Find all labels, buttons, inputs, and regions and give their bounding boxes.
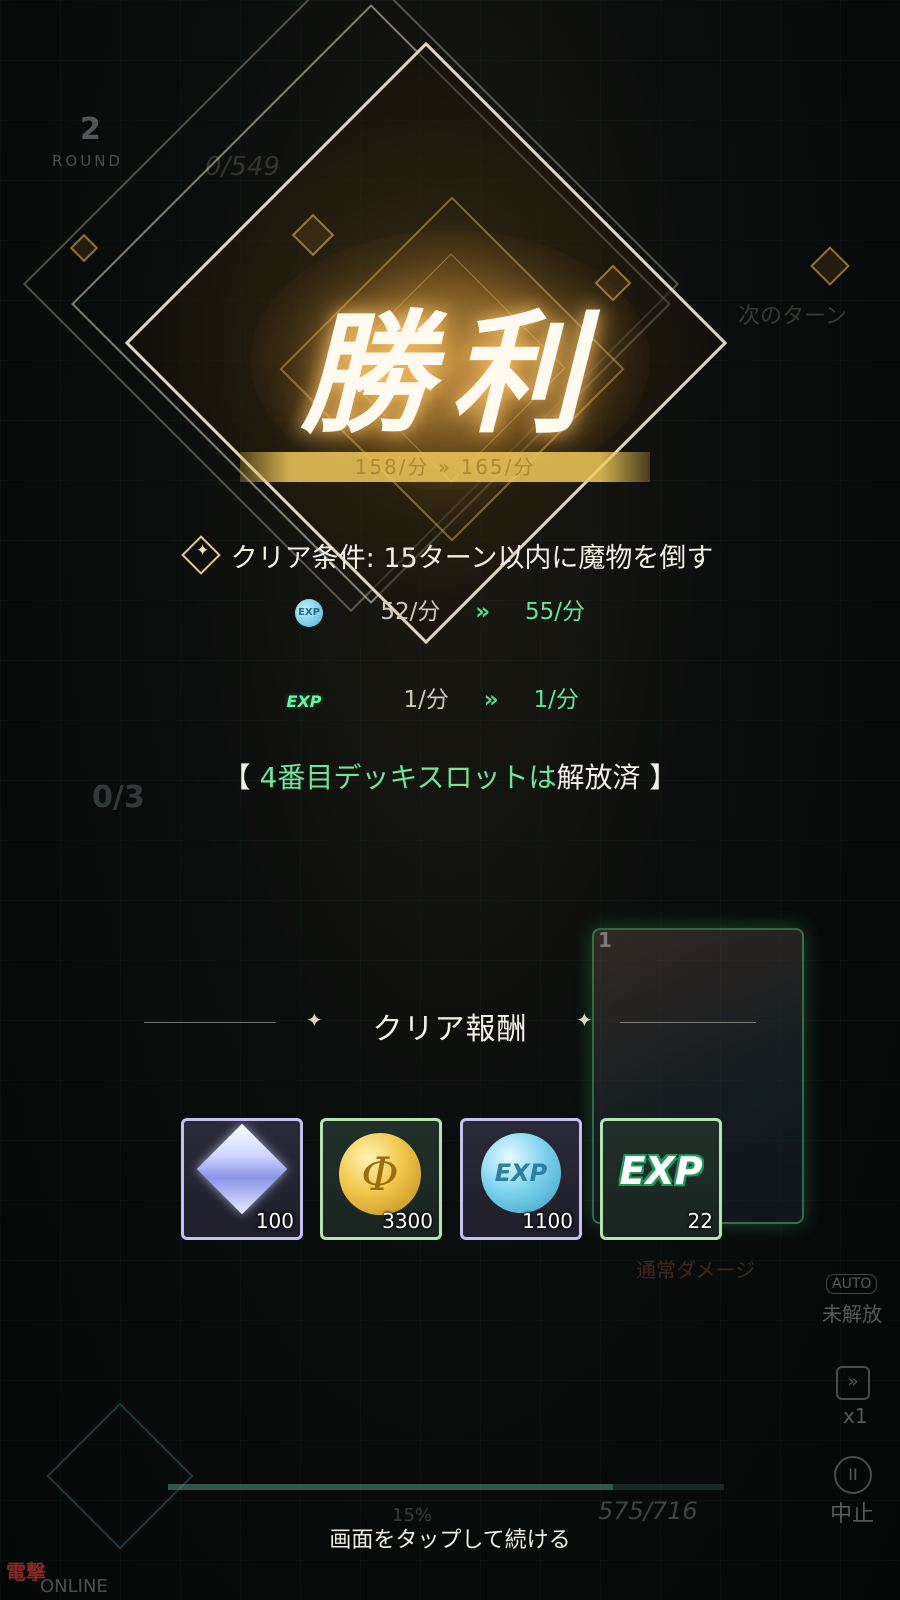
unlock-status: 解放済 <box>556 761 641 794</box>
sparkle-icon: ✦ <box>576 1008 593 1032</box>
round-label: ROUND <box>52 152 123 170</box>
tap-to-continue[interactable]: 画面をタップして続ける <box>0 1522 900 1554</box>
rate-new: 55/分 <box>524 599 585 625</box>
speed-label: x1 <box>843 1404 868 1428</box>
rate-old: 1/分 <box>403 687 449 713</box>
reward-item-gold-coin[interactable]: Φ 3300 <box>320 1118 442 1240</box>
card-number: 1 <box>598 928 612 952</box>
unlock-highlight: 4番目デッキスロットは <box>259 761 557 794</box>
divider-right <box>620 1022 756 1023</box>
reward-quantity: 3300 <box>382 1209 433 1233</box>
auto-status: 未解放 <box>822 1302 882 1326</box>
normal-damage-label: 通常ダメージ <box>636 1258 755 1282</box>
ribbon-text: 158/分 » 165/分 <box>354 455 536 479</box>
auto-badge[interactable]: AUTO <box>826 1274 878 1294</box>
star-diamond-icon <box>180 535 221 575</box>
watermark-sub: ONLINE <box>40 1576 108 1597</box>
crystal-gem-icon <box>196 1123 288 1215</box>
reward-item-exp-coin[interactable]: EXP 1100 <box>460 1118 582 1240</box>
rate-row-exp-coin: EXP 52/分 » 55/分 <box>0 592 900 627</box>
player-hp-fill <box>168 1484 613 1490</box>
rate-row-exp: EXP 1/分 » 1/分 <box>0 680 900 714</box>
reward-quantity: 22 <box>687 1209 713 1233</box>
player-hp-text: 575/716 <box>598 1497 698 1525</box>
bracket-open: 【 <box>222 761 251 794</box>
rate-new: 1/分 <box>533 687 579 713</box>
rate-old: 52/分 <box>380 599 441 625</box>
victory-title: 勝利 <box>300 297 600 452</box>
fast-forward-icon[interactable]: » <box>836 1366 870 1400</box>
exp-coin-icon: EXP <box>295 598 324 627</box>
round-number: 2 <box>80 112 101 147</box>
reward-title: クリア報酬 <box>372 1012 528 1047</box>
double-chevron-icon: » <box>475 599 491 625</box>
double-chevron-icon: » <box>483 687 499 713</box>
clear-condition-text: クリア条件: 15ターン以内に魔物を倒す <box>230 543 714 574</box>
exp-icon: EXP <box>619 1149 703 1193</box>
reward-quantity: 1100 <box>522 1209 573 1233</box>
pause-icon[interactable]: II <box>834 1456 872 1494</box>
reward-item-exp[interactable]: EXP 22 <box>600 1118 722 1240</box>
reward-item-crystal[interactable]: 100 <box>181 1118 303 1240</box>
clear-condition: クリア条件: 15ターン以内に魔物を倒す <box>0 535 900 575</box>
gold-coin-icon: Φ <box>339 1133 421 1215</box>
exp-text-icon: EXP <box>286 692 322 711</box>
reward-quantity: 100 <box>255 1209 294 1233</box>
bracket-close: 】 <box>649 761 678 794</box>
unlock-message: 【 4番目デッキスロットは解放済 】 <box>0 756 900 796</box>
player-hp-bar <box>168 1484 724 1490</box>
exp-coin-icon: EXP <box>481 1133 561 1213</box>
